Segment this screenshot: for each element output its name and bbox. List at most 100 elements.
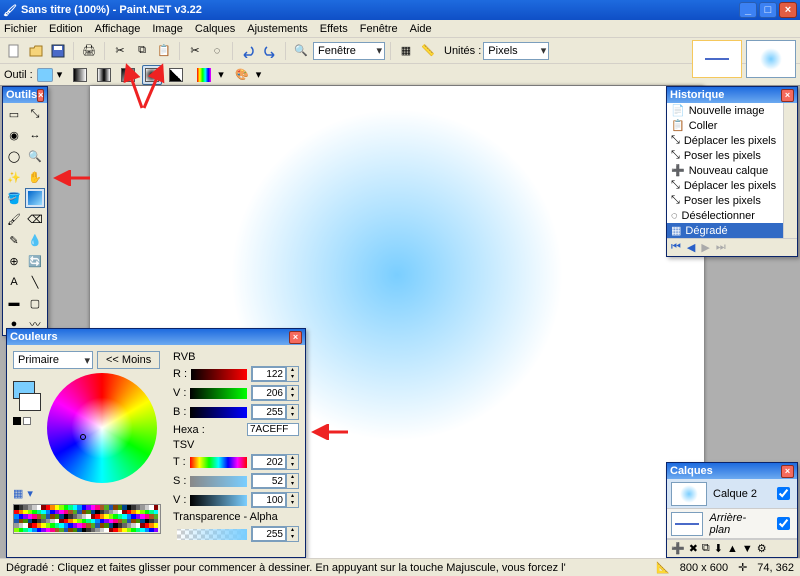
layer-add-icon[interactable]: ➕ [671,542,685,555]
tool-fill[interactable]: 🪣 [4,188,24,208]
history-first-icon[interactable]: ⏮ [671,241,681,254]
tool-picker[interactable]: 💧 [25,230,45,250]
tool-gradient[interactable] [25,188,45,208]
zoom-button[interactable]: 🔍 [291,41,311,61]
history-item[interactable]: ▦Dégradé [667,223,797,238]
dropdown-caret-icon[interactable]: ▾ [218,68,224,81]
b-slider[interactable] [190,407,247,418]
history-item[interactable]: ➕Nouveau calque [667,163,797,178]
tool-pencil[interactable]: ✎ [4,230,24,250]
history-item[interactable]: ⤡Poser les pixels [667,148,797,163]
vv-slider[interactable] [190,495,247,506]
less-button[interactable]: << Moins [97,351,160,369]
alpha-slider[interactable] [177,529,247,540]
layer-visibility-checkbox[interactable] [777,517,790,530]
tool-text[interactable]: A [4,272,24,292]
t-input[interactable] [252,455,286,469]
new-button[interactable] [4,41,24,61]
menu-edition[interactable]: Edition [49,23,83,35]
v-slider[interactable] [190,388,247,399]
layer-props-icon[interactable]: ⚙ [757,542,767,555]
hexa-input[interactable] [247,423,299,436]
gradient-linear-reflected[interactable] [94,65,114,85]
tool-line[interactable]: ╲ [25,272,45,292]
undo-button[interactable] [238,41,258,61]
layer-row[interactable]: Arrière-plan [667,509,797,539]
r-slider[interactable] [191,369,247,380]
menu-fichier[interactable]: Fichier [4,23,37,35]
color-selector-dropdown[interactable]: Primaire [13,351,93,369]
tool-round-rect[interactable]: ▢ [25,293,45,313]
tool-lasso[interactable]: ◉ [4,125,24,145]
secondary-color-swatch[interactable] [19,393,41,411]
history-last-icon[interactable]: ⏭ [716,241,726,254]
alpha-input[interactable] [252,527,286,541]
palette-add-icon[interactable]: ▦ [13,487,23,500]
nav-thumb-1[interactable] [692,40,742,78]
vv-input[interactable] [252,493,286,507]
t-slider[interactable] [190,457,247,468]
tool-move-select[interactable]: ⤡ [25,104,45,124]
v-input[interactable] [252,386,286,400]
menu-aide[interactable]: Aide [410,23,432,35]
cut-button[interactable]: ✂ [110,41,130,61]
history-item[interactable]: 📄Nouvelle image [667,103,797,118]
grid-toggle[interactable]: ▦ [396,41,416,61]
layer-merge-icon[interactable]: ⬇ [714,542,723,555]
tool-rect-select[interactable]: ▭ [4,104,24,124]
copy-button[interactable]: ⧉ [132,41,152,61]
layer-delete-icon[interactable]: ✖ [689,542,698,555]
dropdown-caret-icon[interactable]: ▾ [256,68,262,81]
tool-move[interactable]: ↔ [25,125,45,145]
s-slider[interactable] [190,476,247,487]
current-tool-swatch[interactable] [37,68,53,82]
tool-rect[interactable]: ▬ [4,293,24,313]
gradient-channels[interactable] [194,65,214,85]
swatch-grid[interactable] [13,504,161,534]
menu-affichage[interactable]: Affichage [95,23,141,35]
scrollbar[interactable] [783,103,797,238]
history-item[interactable]: ⤡Déplacer les pixels [667,133,797,148]
redo-button[interactable] [260,41,280,61]
tool-zoom[interactable]: 🔍 [25,146,45,166]
layer-down-icon[interactable]: ▼ [742,543,753,555]
menu-fenetre[interactable]: Fenêtre [360,23,398,35]
tool-wand[interactable]: ✨ [4,167,24,187]
layer-visibility-checkbox[interactable] [777,487,790,500]
tool-brush[interactable]: 🖌 [4,209,24,229]
dropdown-caret-icon[interactable]: ▾ [57,68,63,81]
save-button[interactable] [48,41,68,61]
blend-mode[interactable]: 🎨 [232,65,252,85]
nav-thumb-2[interactable] [746,40,796,78]
print-button[interactable]: 🖨 [79,41,99,61]
tool-pan[interactable]: ✋ [25,167,45,187]
history-item[interactable]: ⤡Poser les pixels [667,193,797,208]
close-icon[interactable]: × [289,331,302,344]
close-icon[interactable]: × [781,465,794,478]
history-item[interactable]: ⤡Déplacer les pixels [667,178,797,193]
close-icon[interactable]: × [37,89,44,102]
crop-button[interactable]: ✂ [185,41,205,61]
b-input[interactable] [252,405,286,419]
window-dropdown[interactable]: Fenêtre [313,42,385,60]
units-dropdown[interactable]: Pixels [483,42,549,60]
gradient-linear[interactable] [70,65,90,85]
menu-effets[interactable]: Effets [320,23,348,35]
tool-clone[interactable]: ⊕ [4,251,24,271]
menu-ajustements[interactable]: Ajustements [247,23,308,35]
ruler-toggle[interactable]: 📏 [418,41,438,61]
history-next-icon[interactable]: ▶ [701,241,709,254]
menu-calques[interactable]: Calques [195,23,235,35]
layer-duplicate-icon[interactable]: ⧉ [702,542,710,555]
history-item[interactable]: 📋Coller [667,118,797,133]
close-icon[interactable]: × [781,89,794,102]
layer-up-icon[interactable]: ▲ [727,543,738,555]
title-close-button[interactable]: × [779,2,797,18]
deselect-button[interactable]: ◌ [207,41,227,61]
paste-button[interactable]: 📋 [154,41,174,61]
maximize-button[interactable]: □ [759,2,777,18]
open-button[interactable] [26,41,46,61]
history-item[interactable]: ◌Désélectionner [667,208,797,223]
palette-manage-icon[interactable]: ▾ [27,487,33,500]
menu-image[interactable]: Image [152,23,183,35]
